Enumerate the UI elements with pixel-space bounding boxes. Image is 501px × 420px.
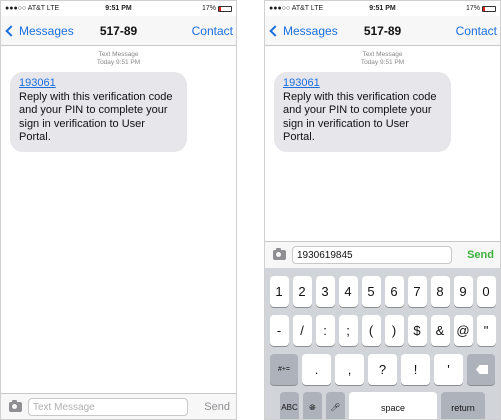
key-slash[interactable]: / bbox=[292, 315, 312, 346]
key-apostrophe[interactable]: ' bbox=[434, 354, 463, 385]
globe-key[interactable]: 🌐︎ bbox=[303, 392, 322, 419]
status-bar: ●●●○○ AT&T LTE 9:51 PM 17% bbox=[1, 1, 236, 16]
back-label: Messages bbox=[283, 24, 338, 38]
key-7[interactable]: 7 bbox=[407, 276, 427, 307]
message-timestamp: Today 9:51 PM bbox=[360, 59, 405, 66]
composer-bar: 1930619845 Send bbox=[265, 241, 500, 268]
back-button[interactable]: Messages bbox=[5, 24, 74, 38]
key-colon[interactable]: : bbox=[315, 315, 335, 346]
clock-label: 9:51 PM bbox=[105, 5, 132, 12]
key-quote[interactable]: " bbox=[476, 315, 496, 346]
camera-icon[interactable] bbox=[273, 248, 286, 260]
battery-percent: 17% bbox=[201, 5, 216, 12]
abc-key[interactable]: ABC bbox=[280, 392, 299, 419]
message-meta: Text Message Today 9:51 PM bbox=[265, 51, 500, 67]
key-4[interactable]: 4 bbox=[338, 276, 358, 307]
carrier-label: ●●●○○ AT&T LTE bbox=[5, 5, 60, 12]
keyboard-row-numbers: 1 2 3 4 5 6 7 8 9 0 bbox=[265, 276, 500, 307]
key-5[interactable]: 5 bbox=[361, 276, 381, 307]
key-exclamation[interactable]: ! bbox=[401, 354, 430, 385]
delete-key[interactable] bbox=[467, 354, 495, 385]
message-input[interactable]: Text Message bbox=[28, 398, 188, 416]
message-timestamp: Today 9:51 PM bbox=[96, 59, 141, 66]
verification-code-link[interactable]: 193061 bbox=[19, 77, 179, 91]
key-8[interactable]: 8 bbox=[430, 276, 450, 307]
dictation-key[interactable]: 🎤︎ bbox=[326, 392, 345, 419]
battery-icon bbox=[218, 5, 232, 12]
key-hyphen[interactable]: - bbox=[269, 315, 289, 346]
key-1[interactable]: 1 bbox=[269, 276, 289, 307]
backspace-icon bbox=[476, 365, 488, 374]
send-button[interactable]: Send bbox=[467, 249, 494, 261]
key-semicolon[interactable]: ; bbox=[338, 315, 358, 346]
key-question[interactable]: ? bbox=[368, 354, 397, 385]
contact-button[interactable]: Contact bbox=[456, 24, 497, 38]
composer-bar: Text Message Send bbox=[1, 393, 236, 419]
incoming-message-bubble: 193061 Reply with this verification code… bbox=[274, 72, 451, 152]
carrier-label: ●●●○○ AT&T LTE bbox=[269, 5, 324, 12]
key-6[interactable]: 6 bbox=[384, 276, 404, 307]
key-3[interactable]: 3 bbox=[315, 276, 335, 307]
symbols-key[interactable]: #+= bbox=[270, 354, 298, 385]
status-bar: ●●●○○ AT&T LTE 9:51 PM 17% bbox=[265, 1, 500, 16]
key-ampersand[interactable]: & bbox=[430, 315, 450, 346]
battery-status: 17% bbox=[152, 5, 232, 12]
message-type-label: Text Message bbox=[98, 51, 139, 58]
chevron-left-icon bbox=[5, 25, 17, 37]
numeric-keyboard: 1 2 3 4 5 6 7 8 9 0 - / : ; ( ) $ & @ " … bbox=[265, 268, 500, 419]
return-key[interactable]: return bbox=[441, 392, 485, 419]
battery-status: 17% bbox=[416, 5, 496, 12]
back-label: Messages bbox=[19, 24, 74, 38]
nav-bar: Messages 517-89 Contact bbox=[1, 16, 236, 46]
camera-icon[interactable] bbox=[9, 400, 22, 412]
key-2[interactable]: 2 bbox=[292, 276, 312, 307]
verification-code-link[interactable]: 193061 bbox=[283, 77, 443, 91]
battery-icon bbox=[482, 5, 496, 12]
contact-button[interactable]: Contact bbox=[192, 24, 233, 38]
chevron-left-icon bbox=[269, 25, 281, 37]
space-key[interactable]: space bbox=[349, 392, 437, 419]
keyboard-row-punctuation: #+= . , ? ! ' bbox=[265, 354, 500, 385]
message-meta: Text Message Today 9:51 PM bbox=[1, 51, 236, 67]
keyboard-row-bottom: ABC 🌐︎ 🎤︎ space return bbox=[265, 392, 500, 419]
phone-screen-after: ●●●○○ AT&T LTE 9:51 PM 17% Messages 517-… bbox=[264, 0, 501, 420]
back-button[interactable]: Messages bbox=[269, 24, 338, 38]
battery-percent: 17% bbox=[465, 5, 480, 12]
keyboard-row-symbols: - / : ; ( ) $ & @ " bbox=[265, 315, 500, 346]
key-at[interactable]: @ bbox=[453, 315, 473, 346]
send-button[interactable]: Send bbox=[204, 401, 230, 413]
message-input[interactable]: 1930619845 bbox=[292, 246, 452, 264]
nav-bar: Messages 517-89 Contact bbox=[265, 16, 500, 46]
key-9[interactable]: 9 bbox=[453, 276, 473, 307]
globe-icon: 🌐︎ bbox=[309, 402, 316, 412]
message-text: Reply with this verification code and yo… bbox=[19, 90, 173, 144]
key-close-paren[interactable]: ) bbox=[384, 315, 404, 346]
incoming-message-bubble: 193061 Reply with this verification code… bbox=[10, 72, 187, 152]
message-text: Reply with this verification code and yo… bbox=[283, 90, 437, 144]
microphone-icon: 🎤︎ bbox=[330, 403, 341, 412]
key-0[interactable]: 0 bbox=[476, 276, 496, 307]
message-type-label: Text Message bbox=[362, 51, 403, 58]
key-dollar[interactable]: $ bbox=[407, 315, 427, 346]
key-comma[interactable]: , bbox=[335, 354, 364, 385]
key-open-paren[interactable]: ( bbox=[361, 315, 381, 346]
phone-screen-before: ●●●○○ AT&T LTE 9:51 PM 17% Messages 517-… bbox=[0, 0, 237, 420]
clock-label: 9:51 PM bbox=[369, 5, 396, 12]
key-period[interactable]: . bbox=[302, 354, 331, 385]
